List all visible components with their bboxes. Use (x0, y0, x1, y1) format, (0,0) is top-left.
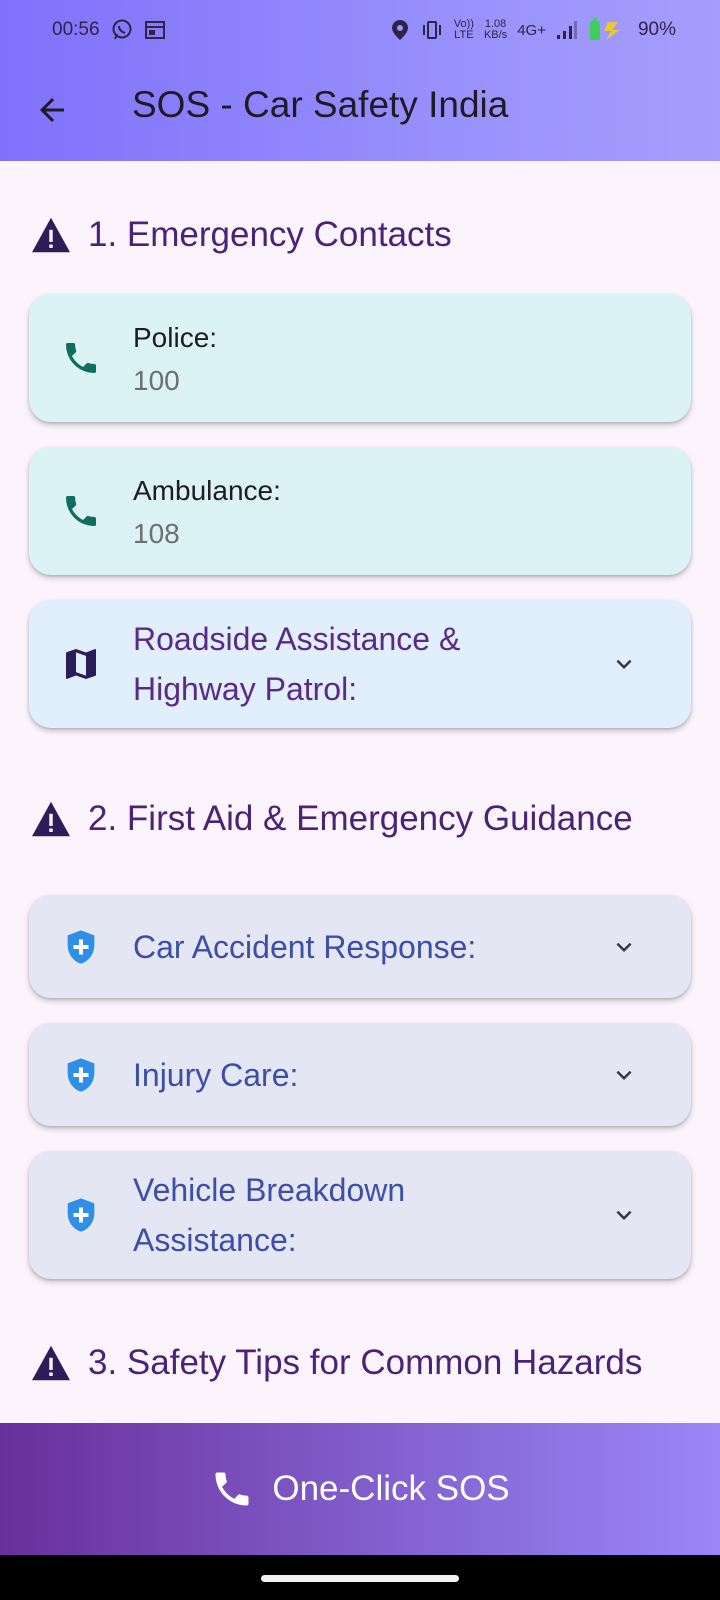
battery-icon (589, 18, 620, 40)
contact-label: Police: (133, 322, 218, 353)
shield-plus-icon (67, 930, 95, 964)
chevron-down-icon[interactable] (609, 1060, 639, 1090)
roadside-assistance-card[interactable]: Roadside Assistance & Highway Patrol: (29, 600, 691, 728)
location-icon (391, 20, 408, 40)
section-heading-safety-tips: 3. Safety Tips for Common Hazards (30, 1343, 642, 1383)
chevron-down-icon[interactable] (609, 649, 639, 679)
whatsapp-icon (112, 19, 132, 40)
section-heading-contacts: 1. Emergency Contacts (30, 215, 452, 255)
calendar-icon (144, 21, 165, 39)
chevron-down-icon[interactable] (609, 1200, 639, 1230)
status-time: 00:56 (52, 19, 100, 40)
shield-plus-icon (67, 1058, 95, 1092)
map-icon (66, 649, 96, 679)
one-click-sos-button[interactable]: One-Click SOS (0, 1423, 720, 1555)
contact-card-police[interactable]: Police: 100 (29, 294, 691, 422)
first-aid-card-injury[interactable]: Injury Care: (29, 1023, 691, 1126)
contact-number: 100 (133, 365, 180, 396)
section-heading-first-aid: 2. First Aid & Emergency Guidance (30, 799, 633, 839)
phone-icon (66, 496, 96, 526)
app-bar: SOS - Car Safety India (0, 70, 720, 150)
first-aid-card-accident[interactable]: Car Accident Response: (29, 895, 691, 998)
phone-icon (66, 343, 96, 373)
volte-indicator: Vo)) LTE (453, 18, 474, 41)
scroll-content[interactable]: 1. Emergency Contacts Police: 100 Ambula… (0, 161, 720, 1423)
warning-icon (32, 1345, 70, 1381)
warning-icon (32, 801, 70, 837)
battery-percent: 90% (637, 19, 676, 40)
net-speed: 1.08 KB/s (483, 18, 508, 41)
contact-card-ambulance[interactable]: Ambulance: 108 (29, 447, 691, 575)
page-title: SOS - Car Safety India (132, 84, 509, 125)
system-nav-bar (0, 1555, 720, 1600)
signal-icon (556, 21, 577, 39)
arrow-back-icon[interactable] (34, 92, 70, 128)
phone-icon (215, 1472, 249, 1506)
top-header: 00:56 Vo)) LTE 1.08 KB/s 4G+ 90% SOS - Car… (0, 0, 720, 161)
breakdown-assistance-title: Vehicle Breakdown Assistance: (133, 1172, 406, 1258)
warning-icon (32, 217, 70, 253)
sos-button-label: One-Click SOS (272, 1469, 510, 1508)
injury-care-title: Injury Care: (133, 1057, 299, 1093)
contact-label: Ambulance: (133, 475, 281, 506)
roadside-title: Roadside Assistance & Highway Patrol: (133, 621, 461, 707)
contact-number: 108 (133, 518, 180, 549)
home-gesture-handle[interactable] (261, 1575, 459, 1582)
status-bar: 00:56 Vo)) LTE 1.08 KB/s 4G+ 90% (0, 0, 720, 60)
shield-plus-icon (67, 1198, 95, 1232)
first-aid-card-breakdown[interactable]: Vehicle Breakdown Assistance: (29, 1151, 691, 1279)
network-type: 4G+ (517, 21, 546, 39)
chevron-down-icon[interactable] (609, 932, 639, 962)
accident-response-title: Car Accident Response: (133, 929, 477, 965)
vibrate-icon (422, 21, 441, 39)
